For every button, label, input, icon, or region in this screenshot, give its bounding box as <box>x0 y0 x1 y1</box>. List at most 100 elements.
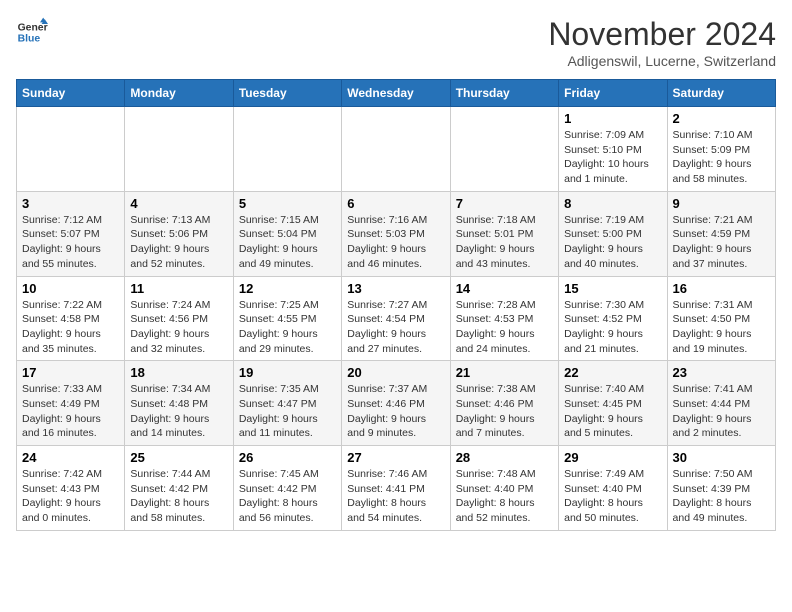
calendar-cell: 6 Sunrise: 7:16 AMSunset: 5:03 PMDaylight… <box>342 191 450 276</box>
calendar-cell: 9Sunrise: 7:21 AMSunset: 4:59 PMDaylight… <box>667 191 775 276</box>
calendar-table: SundayMondayTuesdayWednesdayThursdayFrid… <box>16 79 776 531</box>
weekday-header: Wednesday <box>342 80 450 107</box>
day-number: 29 <box>564 450 661 465</box>
calendar-body: 1Sunrise: 7:09 AMSunset: 5:10 PMDaylight… <box>17 107 776 531</box>
day-number: 10 <box>22 281 119 296</box>
calendar-cell: 2 Sunrise: 7:10 AMSunset: 5:09 PMDaylight… <box>667 107 775 192</box>
day-detail: Sunrise: 7:41 AMSunset: 4:44 PMDaylight:… <box>673 382 770 441</box>
day-detail: Sunrise: 7:49 AMSunset: 4:40 PMDaylight:… <box>564 467 661 526</box>
calendar-cell: 5 Sunrise: 7:15 AMSunset: 5:04 PMDaylight… <box>233 191 341 276</box>
day-detail: Sunrise: 7:30 AMSunset: 4:52 PMDaylight:… <box>564 298 661 357</box>
day-detail: Sunrise: 7:33 AMSunset: 4:49 PMDaylight:… <box>22 382 119 441</box>
day-detail: Sunrise: 7:46 AMSunset: 4:41 PMDaylight:… <box>347 467 444 526</box>
day-number: 9 <box>673 196 770 211</box>
day-number: 26 <box>239 450 336 465</box>
day-number: 20 <box>347 365 444 380</box>
weekday-header: Friday <box>559 80 667 107</box>
day-number: 7 <box>456 196 553 211</box>
calendar-header-row: SundayMondayTuesdayWednesdayThursdayFrid… <box>17 80 776 107</box>
day-detail: Sunrise: 7:12 AMSunset: 5:07 PMDaylight:… <box>22 213 119 272</box>
day-number: 27 <box>347 450 444 465</box>
day-number: 25 <box>130 450 227 465</box>
day-number: 2 <box>673 111 770 126</box>
title-area: November 2024 Adligenswil, Lucerne, Swit… <box>548 16 776 69</box>
logo-icon: General Blue <box>16 16 48 48</box>
day-number: 19 <box>239 365 336 380</box>
day-detail: Sunrise: 7:48 AMSunset: 4:40 PMDaylight:… <box>456 467 553 526</box>
day-detail: Sunrise: 7:10 AMSunset: 5:09 PMDaylight:… <box>673 128 770 187</box>
day-detail: Sunrise: 7:24 AMSunset: 4:56 PMDaylight:… <box>130 298 227 357</box>
header: General Blue November 2024 Adligenswil, … <box>16 16 776 69</box>
day-detail: Sunrise: 7:16 AMSunset: 5:03 PMDaylight:… <box>347 213 444 272</box>
day-number: 15 <box>564 281 661 296</box>
day-detail: Sunrise: 7:35 AMSunset: 4:47 PMDaylight:… <box>239 382 336 441</box>
calendar-cell: 1Sunrise: 7:09 AMSunset: 5:10 PMDaylight… <box>559 107 667 192</box>
calendar-cell: 18Sunrise: 7:34 AMSunset: 4:48 PMDayligh… <box>125 361 233 446</box>
calendar-cell: 7 Sunrise: 7:18 AMSunset: 5:01 PMDaylight… <box>450 191 558 276</box>
day-detail: Sunrise: 7:15 AMSunset: 5:04 PMDaylight:… <box>239 213 336 272</box>
calendar-cell <box>342 107 450 192</box>
day-detail: Sunrise: 7:40 AMSunset: 4:45 PMDaylight:… <box>564 382 661 441</box>
day-detail: Sunrise: 7:45 AMSunset: 4:42 PMDaylight:… <box>239 467 336 526</box>
svg-text:Blue: Blue <box>18 34 41 45</box>
day-detail: Sunrise: 7:44 AMSunset: 4:42 PMDaylight:… <box>130 467 227 526</box>
calendar-cell: 12 Sunrise: 7:25 AMSunset: 4:55 PMDayligh… <box>233 276 341 361</box>
day-number: 6 <box>347 196 444 211</box>
weekday-header: Monday <box>125 80 233 107</box>
calendar-cell: 24 Sunrise: 7:42 AMSunset: 4:43 PMDayligh… <box>17 446 125 531</box>
day-number: 24 <box>22 450 119 465</box>
calendar-cell: 29 Sunrise: 7:49 AMSunset: 4:40 PMDayligh… <box>559 446 667 531</box>
calendar-cell: 20Sunrise: 7:37 AMSunset: 4:46 PMDayligh… <box>342 361 450 446</box>
calendar-cell <box>450 107 558 192</box>
day-detail: Sunrise: 7:38 AMSunset: 4:46 PMDaylight:… <box>456 382 553 441</box>
calendar-cell: 4 Sunrise: 7:13 AMSunset: 5:06 PMDaylight… <box>125 191 233 276</box>
day-number: 12 <box>239 281 336 296</box>
day-number: 4 <box>130 196 227 211</box>
calendar-cell: 16 Sunrise: 7:31 AMSunset: 4:50 PMDayligh… <box>667 276 775 361</box>
day-detail: Sunrise: 7:13 AMSunset: 5:06 PMDaylight:… <box>130 213 227 272</box>
weekday-header: Thursday <box>450 80 558 107</box>
month-title: November 2024 <box>548 16 776 53</box>
weekday-header: Tuesday <box>233 80 341 107</box>
day-number: 30 <box>673 450 770 465</box>
calendar-cell: 11Sunrise: 7:24 AMSunset: 4:56 PMDayligh… <box>125 276 233 361</box>
calendar-cell <box>125 107 233 192</box>
calendar-cell: 21 Sunrise: 7:38 AMSunset: 4:46 PMDayligh… <box>450 361 558 446</box>
day-detail: Sunrise: 7:42 AMSunset: 4:43 PMDaylight:… <box>22 467 119 526</box>
day-detail: Sunrise: 7:50 AMSunset: 4:39 PMDaylight:… <box>673 467 770 526</box>
day-number: 23 <box>673 365 770 380</box>
calendar-cell <box>17 107 125 192</box>
day-number: 5 <box>239 196 336 211</box>
calendar-cell: 8Sunrise: 7:19 AMSunset: 5:00 PMDaylight… <box>559 191 667 276</box>
calendar-week-row: 3 Sunrise: 7:12 AMSunset: 5:07 PMDaylight… <box>17 191 776 276</box>
day-detail: Sunrise: 7:09 AMSunset: 5:10 PMDaylight:… <box>564 128 661 187</box>
weekday-header: Saturday <box>667 80 775 107</box>
calendar-cell: 17 Sunrise: 7:33 AMSunset: 4:49 PMDayligh… <box>17 361 125 446</box>
calendar-cell: 14Sunrise: 7:28 AMSunset: 4:53 PMDayligh… <box>450 276 558 361</box>
calendar-week-row: 1Sunrise: 7:09 AMSunset: 5:10 PMDaylight… <box>17 107 776 192</box>
day-number: 16 <box>673 281 770 296</box>
day-detail: Sunrise: 7:22 AMSunset: 4:58 PMDaylight:… <box>22 298 119 357</box>
calendar-cell: 22Sunrise: 7:40 AMSunset: 4:45 PMDayligh… <box>559 361 667 446</box>
calendar-cell: 19 Sunrise: 7:35 AMSunset: 4:47 PMDayligh… <box>233 361 341 446</box>
calendar-cell: 13 Sunrise: 7:27 AMSunset: 4:54 PMDayligh… <box>342 276 450 361</box>
calendar-cell: 23 Sunrise: 7:41 AMSunset: 4:44 PMDayligh… <box>667 361 775 446</box>
day-number: 17 <box>22 365 119 380</box>
logo: General Blue <box>16 16 48 48</box>
day-detail: Sunrise: 7:19 AMSunset: 5:00 PMDaylight:… <box>564 213 661 272</box>
day-number: 3 <box>22 196 119 211</box>
calendar-cell: 25 Sunrise: 7:44 AMSunset: 4:42 PMDayligh… <box>125 446 233 531</box>
day-detail: Sunrise: 7:27 AMSunset: 4:54 PMDaylight:… <box>347 298 444 357</box>
calendar-cell: 3 Sunrise: 7:12 AMSunset: 5:07 PMDaylight… <box>17 191 125 276</box>
calendar-cell: 15 Sunrise: 7:30 AMSunset: 4:52 PMDayligh… <box>559 276 667 361</box>
day-detail: Sunrise: 7:34 AMSunset: 4:48 PMDaylight:… <box>130 382 227 441</box>
location-subtitle: Adligenswil, Lucerne, Switzerland <box>548 53 776 69</box>
calendar-cell: 28Sunrise: 7:48 AMSunset: 4:40 PMDayligh… <box>450 446 558 531</box>
day-number: 21 <box>456 365 553 380</box>
calendar-cell: 10 Sunrise: 7:22 AMSunset: 4:58 PMDayligh… <box>17 276 125 361</box>
day-detail: Sunrise: 7:18 AMSunset: 5:01 PMDaylight:… <box>456 213 553 272</box>
day-number: 13 <box>347 281 444 296</box>
day-detail: Sunrise: 7:31 AMSunset: 4:50 PMDaylight:… <box>673 298 770 357</box>
calendar-cell: 27 Sunrise: 7:46 AMSunset: 4:41 PMDayligh… <box>342 446 450 531</box>
day-detail: Sunrise: 7:25 AMSunset: 4:55 PMDaylight:… <box>239 298 336 357</box>
